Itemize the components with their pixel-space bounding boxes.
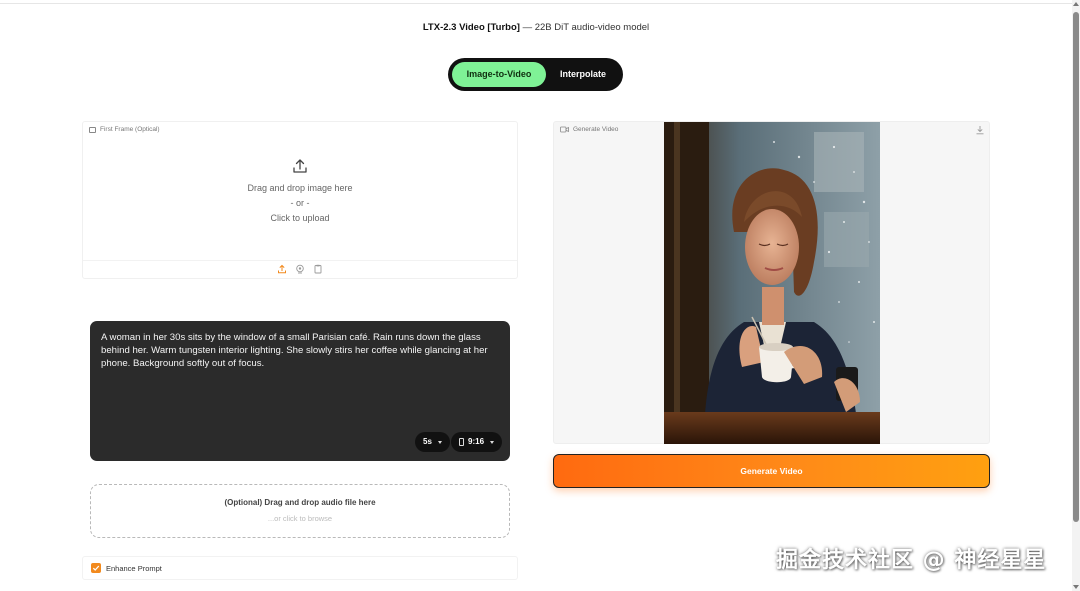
enhance-prompt-checkbox[interactable] (91, 563, 101, 573)
video-still-image (664, 122, 880, 444)
prompt-box[interactable]: A woman in her 30s sits by the window of… (90, 321, 510, 461)
aspect-ratio-dropdown[interactable]: 9:16 (451, 432, 503, 452)
top-divider (0, 3, 1072, 4)
or-text: - or - (290, 198, 310, 208)
title-description: — 22B DiT audio-video model (519, 22, 650, 33)
audio-browse-text: ...or click to browse (267, 514, 333, 523)
generated-video-panel: Generate Video (553, 121, 990, 444)
video-label-row: Generate Video (560, 126, 618, 133)
chevron-down-icon (437, 440, 442, 444)
video-label: Generate Video (573, 126, 619, 133)
chevron-down-icon (490, 440, 495, 444)
drop-image-text: Drag and drop image here (247, 183, 353, 193)
page-title: LTX-2.3 Video [Turbo] — 22B DiT audio-vi… (0, 22, 1072, 33)
upload-icon[interactable] (277, 264, 287, 274)
audio-drop-zone[interactable]: (Optional) Drag and drop audio file here… (90, 484, 510, 538)
prompt-textarea[interactable]: A woman in her 30s sits by the window of… (101, 331, 496, 370)
first-frame-label: First Frame (Optical) (100, 126, 160, 133)
video-camera-icon (560, 126, 569, 133)
image-icon (89, 126, 96, 133)
title-model-name: LTX-2.3 Video [Turbo] (422, 22, 520, 33)
webcam-icon[interactable] (295, 264, 305, 274)
scroll-down-icon[interactable] (1073, 585, 1079, 589)
click-to-upload-text: Click to upload (270, 213, 330, 223)
mode-toggle: Image-to-Video Interpolate (448, 58, 623, 91)
watermark: 掘金技术社区 @ 神经星星 (776, 548, 1047, 573)
duration-dropdown[interactable]: 5s (415, 432, 450, 452)
video-player[interactable] (664, 122, 880, 444)
scrollbar[interactable] (1072, 0, 1080, 591)
download-icon[interactable] (975, 125, 985, 135)
tab-image-to-video[interactable]: Image-to-Video (452, 62, 546, 87)
clipboard-icon[interactable] (313, 264, 323, 274)
audio-drop-text: (Optional) Drag and drop audio file here (224, 498, 376, 507)
aspect-ratio-value: 9:16 (468, 437, 485, 446)
upload-source-toolbar (83, 260, 517, 276)
scroll-up-icon[interactable] (1073, 2, 1079, 6)
upload-arrow-icon (293, 159, 307, 173)
generate-video-button[interactable]: Generate Video (553, 454, 990, 488)
first-frame-label-row: First Frame (Optical) (89, 126, 160, 133)
first-frame-upload-panel: First Frame (Optical) Drag and drop imag… (82, 121, 518, 279)
scroll-thumb[interactable] (1073, 12, 1079, 522)
image-drop-zone[interactable]: Drag and drop image here - or - Click to… (83, 142, 517, 260)
enhance-prompt-row: Enhance Prompt (82, 556, 518, 580)
page: LTX-2.3 Video [Turbo] — 22B DiT audio-vi… (0, 0, 1080, 591)
duration-value: 5s (423, 437, 432, 446)
enhance-prompt-label: Enhance Prompt (106, 563, 162, 573)
check-icon (92, 565, 100, 571)
phone-icon (459, 438, 464, 446)
tab-interpolate[interactable]: Interpolate (548, 62, 618, 87)
